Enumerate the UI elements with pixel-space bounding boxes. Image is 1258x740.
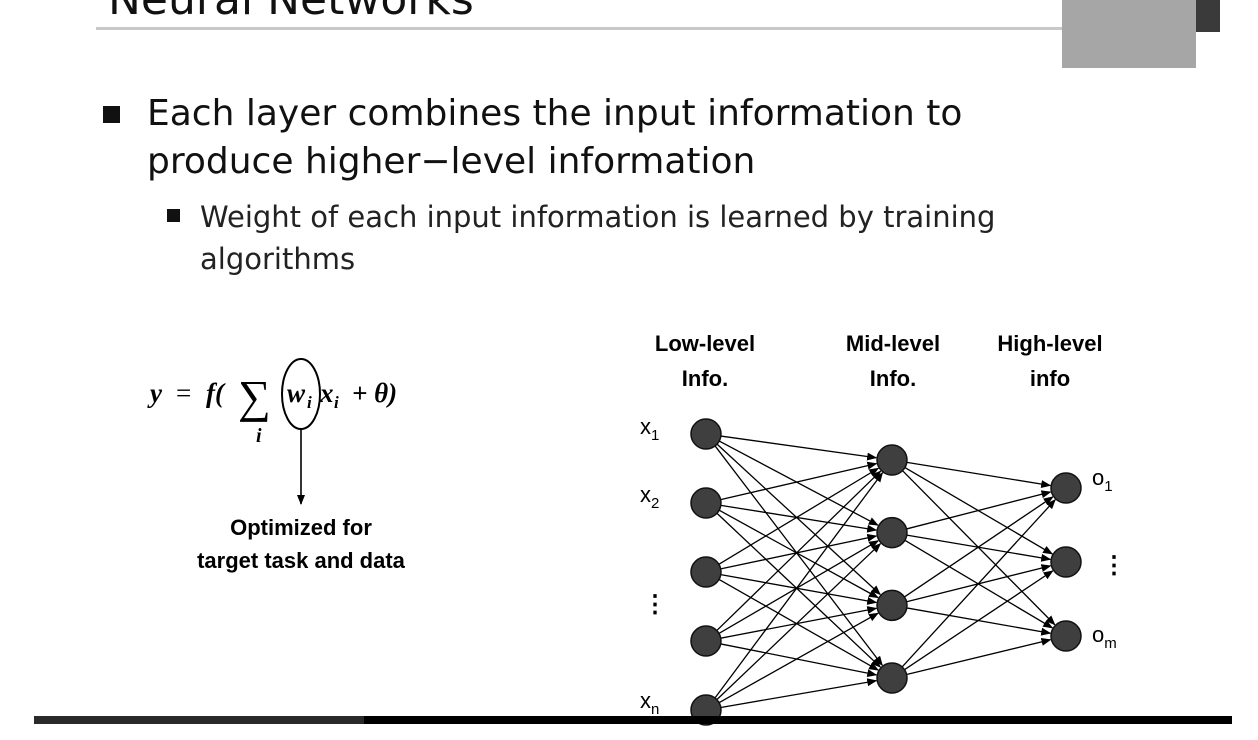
- output-ellipsis: ⋮: [1102, 552, 1126, 579]
- connection-edge: [906, 637, 1052, 676]
- connection-edge: [716, 543, 882, 701]
- footer-bar-left: [34, 716, 364, 724]
- connection-edge: [720, 606, 878, 639]
- hidden-node: [876, 444, 908, 476]
- input-ellipsis: ⋮: [643, 591, 667, 618]
- layer-headers: Low-level Info. Mid-level Info. High-lev…: [655, 331, 1103, 391]
- input-label-x1: x1: [640, 414, 659, 444]
- formula-x-sub: i: [334, 393, 339, 412]
- connection-edge: [720, 533, 878, 570]
- network-nodes: [690, 418, 1082, 726]
- connection-edge: [714, 472, 884, 699]
- input-node: [690, 625, 722, 657]
- neural-network-figure: y = f( ∑ i w i x i + θ) Optimized for ta…: [147, 331, 1126, 726]
- input-node: [690, 487, 722, 519]
- formula-equals: =: [176, 378, 191, 408]
- connection-edge: [718, 578, 879, 671]
- connection-edge: [720, 504, 878, 533]
- connection-edge: [716, 443, 881, 596]
- formula-sum-index: i: [256, 425, 262, 447]
- input-label-xn: xn: [640, 688, 659, 718]
- output-label-om: om: [1092, 622, 1117, 652]
- formula-w: w: [287, 378, 306, 408]
- caption-line1: Optimized for: [230, 515, 372, 540]
- output-node: [1050, 472, 1082, 504]
- output-labels: o1 ⋮ om: [1092, 465, 1126, 652]
- output-label-o1: o1: [1092, 465, 1113, 495]
- connection-edge: [718, 612, 879, 704]
- formula-x: x: [319, 378, 334, 408]
- header-mid-line2: Info.: [870, 366, 916, 391]
- header-low-line2: Info.: [682, 366, 728, 391]
- caption-line2: target task and data: [197, 548, 406, 573]
- output-node: [1050, 546, 1082, 578]
- header-low-line1: Low-level: [655, 331, 755, 356]
- input-label-x2: x2: [640, 482, 659, 512]
- connection-edge: [714, 445, 883, 667]
- formula-y: y: [147, 378, 163, 408]
- input-node: [690, 418, 722, 450]
- input-labels: x1 x2 ⋮ xn: [640, 414, 667, 718]
- hidden-node: [876, 662, 908, 694]
- connection-edge: [720, 678, 878, 709]
- header-high-line2: info: [1030, 366, 1070, 391]
- header-mid-line1: Mid-level: [846, 331, 940, 356]
- header-high-line1: High-level: [997, 331, 1102, 356]
- input-node: [690, 556, 722, 588]
- connection-edge: [904, 570, 1054, 671]
- formula: y = f( ∑ i w i x i + θ) Optimized for ta…: [147, 358, 406, 573]
- connection-edge: [716, 512, 882, 668]
- formula-sigma: ∑: [238, 371, 271, 422]
- hidden-node: [876, 589, 908, 622]
- hidden-node: [876, 516, 908, 549]
- connection-edge: [720, 574, 878, 605]
- output-node: [1050, 620, 1082, 652]
- formula-plus-theta: + θ): [352, 378, 397, 408]
- connection-edge: [904, 496, 1054, 598]
- formula-w-sub: i: [307, 393, 312, 412]
- connection-edge: [906, 490, 1052, 530]
- formula-f: f(: [206, 378, 226, 408]
